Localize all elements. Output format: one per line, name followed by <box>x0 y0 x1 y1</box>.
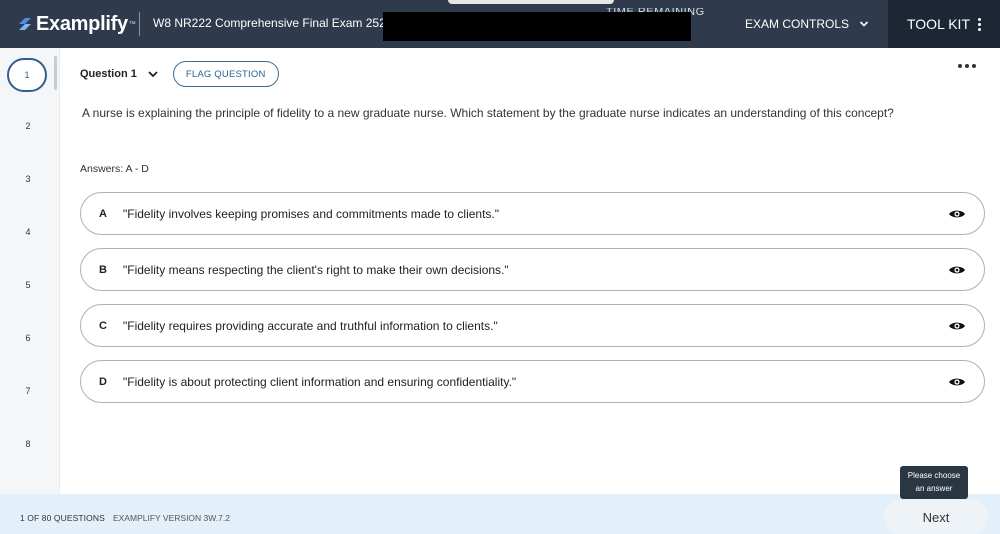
eye-icon[interactable] <box>948 208 966 220</box>
examplify-logo: Examplify ™ <box>18 11 136 37</box>
exam-controls-label: EXAM CONTROLS <box>745 17 850 31</box>
choice-text: "Fidelity means respecting the client's … <box>123 262 509 277</box>
toolkit-button[interactable]: TOOL KIT <box>888 0 1000 48</box>
question-nav-item[interactable]: 7 <box>0 386 56 396</box>
question-nav-item[interactable]: 8 <box>0 439 56 449</box>
answer-choice-b[interactable]: B "Fidelity means respecting the client'… <box>80 248 985 291</box>
question-progress: 1 OF 80 QUESTIONS <box>20 513 105 523</box>
eye-icon[interactable] <box>948 264 966 276</box>
question-stem: A nurse is explaining the principle of f… <box>82 106 894 120</box>
answer-choice-c[interactable]: C "Fidelity requires providing accurate … <box>80 304 985 347</box>
tooltip-line: Please choose <box>907 471 961 480</box>
question-header: Question 1 FLAG QUESTION <box>80 61 279 87</box>
choice-letter: D <box>99 375 107 388</box>
answer-choice-a[interactable]: A "Fidelity involves keeping promises an… <box>80 192 985 235</box>
choice-letter: A <box>99 207 107 220</box>
answers-range-label: Answers: A - D <box>80 163 149 175</box>
choice-text: "Fidelity requires providing accurate an… <box>123 318 498 333</box>
redacted-area <box>383 12 691 41</box>
question-nav-item[interactable]: 4 <box>0 227 56 237</box>
exam-controls-button[interactable]: EXAM CONTROLS <box>745 17 869 31</box>
choice-letter: C <box>99 319 107 332</box>
next-button[interactable]: Next <box>884 500 988 534</box>
eye-icon[interactable] <box>948 320 966 332</box>
question-label: Question 1 <box>80 68 137 80</box>
next-tooltip: Please choose an answer <box>900 466 968 499</box>
app-version: EXAMPLIFY VERSION 3W.7.2 <box>113 513 230 523</box>
logo-mark-icon <box>19 18 31 30</box>
question-nav-item[interactable]: 6 <box>0 333 56 343</box>
question-nav-current[interactable]: 1 <box>7 58 47 92</box>
question-nav-item[interactable]: 3 <box>0 174 56 184</box>
choice-text: "Fidelity involves keeping promises and … <box>123 206 500 221</box>
question-navigator: 1 2 3 4 5 6 7 8 <box>0 48 60 494</box>
exam-title: W8 NR222 Comprehensive Final Exam 2526 <box>153 16 393 30</box>
chevron-down-icon <box>859 21 869 27</box>
choice-text: "Fidelity is about protecting client inf… <box>123 374 517 389</box>
kebab-menu-icon <box>978 17 981 31</box>
choice-letter: B <box>99 263 107 276</box>
answer-choice-d[interactable]: D "Fidelity is about protecting client i… <box>80 360 985 403</box>
question-nav-item[interactable]: 2 <box>0 121 56 131</box>
title-divider <box>139 12 140 36</box>
eye-icon[interactable] <box>948 376 966 388</box>
chevron-down-icon[interactable] <box>147 68 159 80</box>
question-nav-item[interactable]: 5 <box>0 280 56 290</box>
more-options-icon[interactable] <box>958 64 976 68</box>
top-bar: Examplify ™ W8 NR222 Comprehensive Final… <box>0 0 1000 48</box>
tooltip-line: an answer <box>915 484 953 493</box>
toolkit-label: TOOL KIT <box>906 16 970 32</box>
time-remaining-tab[interactable] <box>448 0 614 4</box>
trademark-symbol: ™ <box>128 20 136 28</box>
flag-question-button[interactable]: FLAG QUESTION <box>172 61 279 87</box>
brand-name: Examplify <box>36 12 128 35</box>
question-nav-scrollbar[interactable] <box>54 56 57 90</box>
